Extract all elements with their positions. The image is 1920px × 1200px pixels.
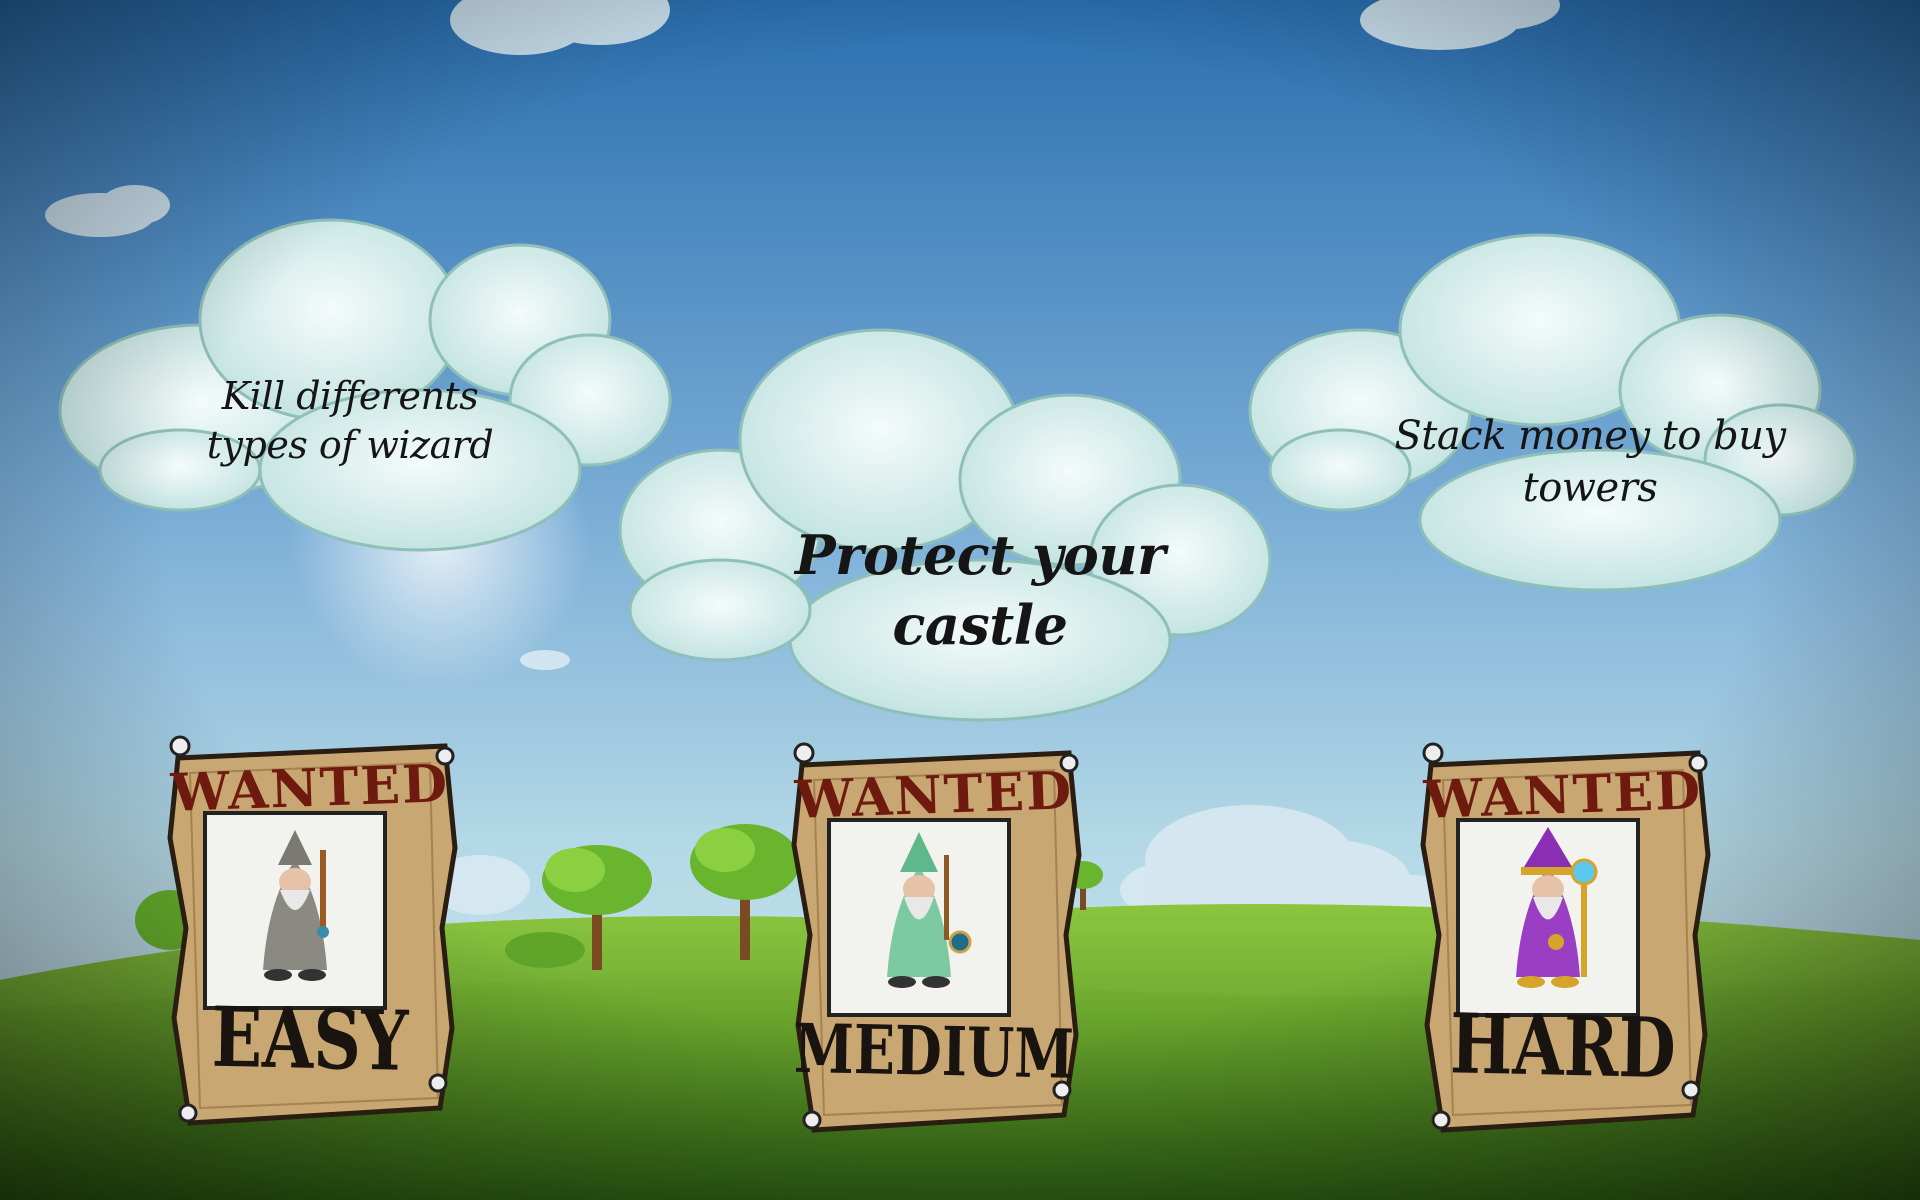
- difficulty-label: HARD: [1449, 994, 1677, 1098]
- wanted-header: WANTED: [1422, 760, 1704, 831]
- wanted-header: WANTED: [793, 760, 1075, 831]
- difficulty-easy-button[interactable]: WANTED EASY: [160, 728, 460, 1128]
- difficulty-hard-button[interactable]: WANTED HARD: [1413, 735, 1713, 1135]
- difficulty-medium-button[interactable]: WANTED MEDIUM: [784, 735, 1084, 1135]
- wanted-header: WANTED: [169, 753, 451, 824]
- wizard-medium-icon: [887, 832, 972, 988]
- tip-kill-wizards: Kill differents types of wizard: [206, 374, 494, 468]
- wizard-hard-icon: [1516, 827, 1598, 988]
- difficulty-label: MEDIUM: [793, 1007, 1075, 1095]
- tip-protect-castle: Protect your castle: [794, 523, 1166, 658]
- game-stage: Kill differents types of wizard Protect …: [0, 0, 1920, 1200]
- wizard-easy-icon: [263, 830, 329, 981]
- tip-stack-money: Stack money to buy towers: [1394, 413, 1786, 511]
- difficulty-label: EASY: [211, 988, 409, 1090]
